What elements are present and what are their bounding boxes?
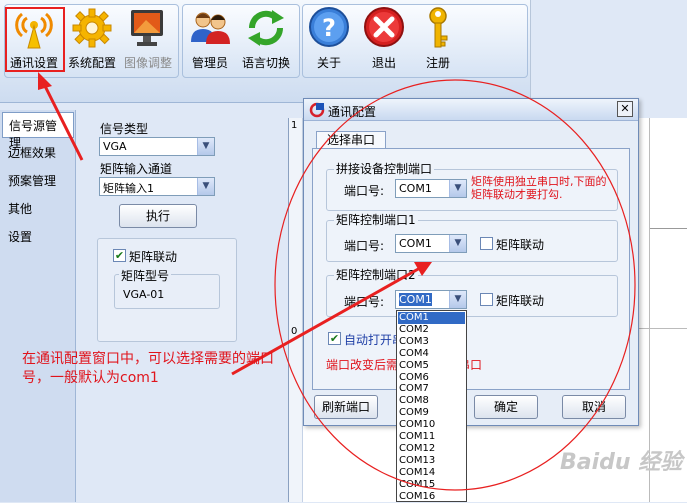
highlight-ellipse (274, 79, 636, 491)
annotation-arrows (38, 72, 636, 491)
watermark: Baidu 经验 (560, 450, 683, 475)
annotation-text: 在通讯配置窗口中，可以选择需要的端口号，一般默认为com1 (22, 351, 274, 386)
annotation-arrow (42, 83, 84, 161)
arrowhead-icon (38, 72, 52, 90)
